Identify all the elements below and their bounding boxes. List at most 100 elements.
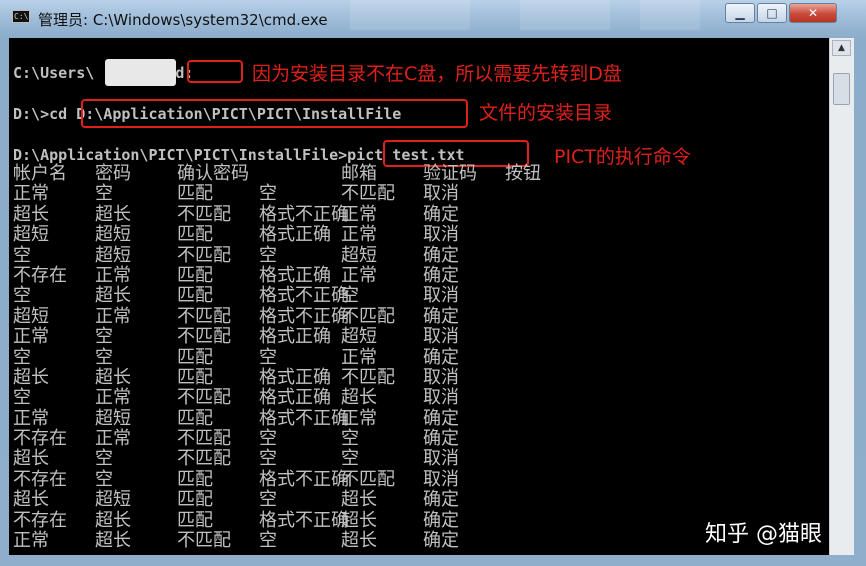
table-cell: 不存在 (13, 428, 67, 450)
table-cell: 空 (259, 428, 277, 450)
annotation-switch-drive: 因为安装目录不在C盘，所以需要先转到D盘 (252, 63, 622, 85)
table-cell: 空 (13, 244, 31, 266)
table-cell: 正常 (13, 326, 49, 348)
table-cell: 格式不正确 (259, 407, 349, 429)
table-cell: 取消 (423, 326, 459, 348)
table-cell: 超长 (95, 509, 131, 531)
table-cell: 不匹配 (177, 244, 231, 266)
window-title: 管理员: C:\Windows\system32\cmd.exe (38, 11, 328, 29)
table-cell: 空 (13, 285, 31, 307)
column-header: 验证码 (423, 163, 477, 184)
table-cell: 不存在 (13, 264, 67, 286)
highlight-box-path (81, 99, 468, 128)
table-cell: 确定 (423, 244, 459, 266)
table-cell: 空 (259, 346, 277, 368)
table-cell: 空 (13, 387, 31, 409)
table-cell: 匹配 (177, 407, 213, 429)
table-cell: 不匹配 (341, 366, 395, 388)
table-cell: 不匹配 (177, 530, 231, 552)
table-cell: 正常 (95, 428, 131, 450)
scroll-up-arrow-icon[interactable]: ▲ (832, 40, 851, 56)
background-window-ghost (350, 0, 470, 30)
table-cell: 超短 (95, 407, 131, 429)
table-cell: 空 (341, 428, 359, 450)
maximize-button[interactable]: □ (757, 3, 787, 23)
table-cell: 不匹配 (177, 326, 231, 348)
annotation-install-dir: 文件的安装目录 (479, 102, 613, 124)
table-cell: 超长 (13, 448, 49, 470)
table-cell: 超短 (95, 244, 131, 266)
table-cell: 空 (13, 346, 31, 368)
title-bar[interactable]: C:\ 管理员: C:\Windows\system32\cmd.exe ▁ □… (0, 0, 866, 38)
table-cell: 正常 (95, 264, 131, 286)
table-cell: 匹配 (177, 509, 213, 531)
table-cell: 匹配 (177, 183, 213, 205)
table-cell: 空 (341, 448, 359, 470)
table-cell: 确定 (423, 428, 459, 450)
table-cell: 取消 (423, 366, 459, 388)
table-cell: 不存在 (13, 509, 67, 531)
column-header: 邮箱 (341, 163, 377, 184)
prompt-text: D:\>cd (13, 105, 77, 123)
table-cell: 正常 (13, 183, 49, 205)
highlight-box-d (187, 60, 243, 83)
table-cell: 取消 (423, 183, 459, 205)
watermark-text: 知乎 @猫眼 (705, 522, 822, 547)
table-cell: 格式不正确 (259, 468, 349, 490)
vertical-scrollbar[interactable]: ▲ (829, 38, 854, 555)
table-cell: 超长 (341, 530, 377, 552)
table-cell: 正常 (95, 305, 131, 327)
table-cell: 空 (259, 489, 277, 511)
table-cell: 正常 (341, 264, 377, 286)
table-cell: 超长 (341, 387, 377, 409)
cmd-app-icon[interactable]: C:\ (12, 10, 30, 23)
table-cell: 超长 (95, 366, 131, 388)
table-cell: 正常 (341, 346, 377, 368)
close-button[interactable]: ✕ (789, 3, 837, 23)
annotation-pict-command: PICT的执行命令 (554, 146, 691, 168)
table-cell: 超短 (13, 305, 49, 327)
table-cell: 取消 (423, 387, 459, 409)
table-cell: 取消 (423, 448, 459, 470)
table-cell: 不匹配 (177, 305, 231, 327)
table-cell: 超短 (341, 326, 377, 348)
table-cell: 超长 (95, 203, 131, 225)
scroll-thumb[interactable] (833, 73, 850, 105)
table-cell: 不存在 (13, 468, 67, 490)
table-cell: 匹配 (177, 489, 213, 511)
column-header: 确认密码 (177, 163, 249, 184)
table-cell: 空 (259, 183, 277, 205)
table-cell: 超长 (341, 489, 377, 511)
table-cell: 格式正确 (259, 224, 331, 246)
column-header: 帐户名 (13, 163, 67, 184)
column-header: 按钮 (505, 163, 541, 184)
minimize-button[interactable]: ▁ (725, 3, 755, 23)
console-output[interactable]: C:\Users\>d: 因为安装目录不在C盘，所以需要先转到D盘 D:\>cd… (9, 38, 829, 555)
table-cell: 空 (95, 448, 113, 470)
username-redaction (105, 59, 176, 86)
table-cell: 格式不正确 (259, 285, 349, 307)
table-cell: 超长 (13, 366, 49, 388)
table-cell: 超短 (95, 489, 131, 511)
table-cell: 正常 (341, 203, 377, 225)
table-cell: 超短 (13, 224, 49, 246)
table-cell: 匹配 (177, 264, 213, 286)
table-cell: 空 (95, 326, 113, 348)
table-cell: 超长 (13, 489, 49, 511)
table-cell: 超长 (95, 530, 131, 552)
table-cell: 格式正确 (259, 264, 331, 286)
table-cell: 正常 (341, 407, 377, 429)
table-cell: 确定 (423, 346, 459, 368)
table-cell: 正常 (13, 407, 49, 429)
table-cell: 匹配 (177, 468, 213, 490)
table-cell: 空 (259, 244, 277, 266)
table-cell: 匹配 (177, 224, 213, 246)
table-cell: 确定 (423, 305, 459, 327)
table-cell: 不匹配 (341, 468, 395, 490)
table-cell: 空 (95, 346, 113, 368)
table-cell: 格式正确 (259, 326, 331, 348)
table-cell: 匹配 (177, 285, 213, 307)
cmd-window: C:\ 管理员: C:\Windows\system32\cmd.exe ▁ □… (0, 0, 866, 566)
table-cell: 不匹配 (177, 387, 231, 409)
table-cell: 不匹配 (177, 428, 231, 450)
